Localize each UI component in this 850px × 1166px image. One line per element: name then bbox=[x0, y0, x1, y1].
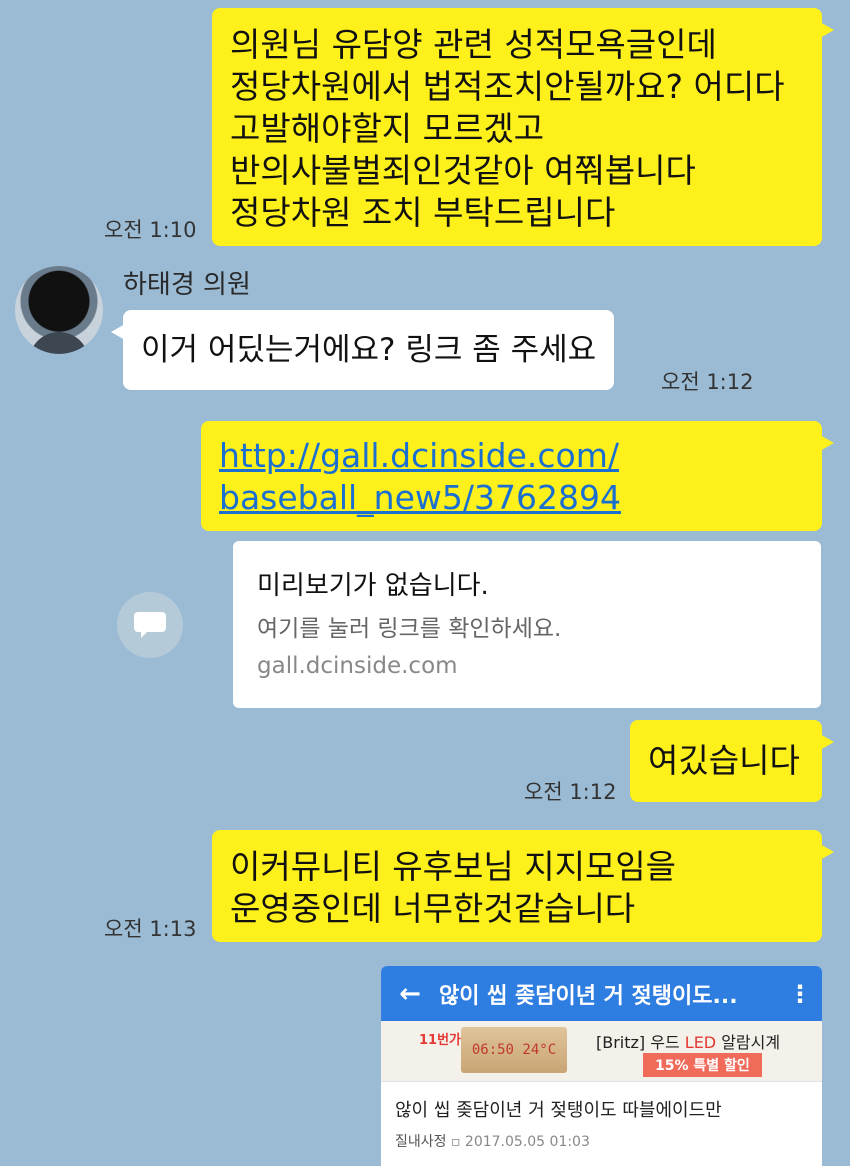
message-text-line: 고발해야할지 모르겠고 bbox=[230, 109, 545, 148]
post-author: 질내사정 bbox=[395, 1134, 447, 1150]
message-text-line: 운영중인데 너무한것같습니다 bbox=[230, 889, 636, 928]
image-message[interactable]: ← 않이 씹 좆담이년 거 젖탱이도... ⋮ 11번가 06:50 24°C … bbox=[381, 966, 822, 1166]
message-text-line: 의원님 유담양 관련 성적모욕글인데 bbox=[230, 25, 717, 64]
avatar[interactable] bbox=[15, 266, 103, 354]
message-timestamp: 오전 1:12 bbox=[661, 370, 754, 394]
my-message-bubble[interactable]: 의원님 유담양 관련 성적모욕글인데 정당차원에서 법적조치안될까요? 어디다 … bbox=[212, 8, 834, 246]
sender-name: 하태경 의원 bbox=[123, 270, 251, 300]
more-options-icon: ⋮ bbox=[788, 979, 812, 1008]
my-message-bubble[interactable]: 여깄습니다 bbox=[630, 720, 834, 802]
message-text-line: 이커뮤니티 유후보님 지지모임을 bbox=[230, 847, 677, 886]
clock-display: 06:50 24°C bbox=[471, 1042, 557, 1058]
speech-bubble-icon bbox=[134, 612, 166, 638]
link-text-line[interactable]: baseball_new5/3762894 bbox=[219, 477, 804, 519]
message-text: 여깄습니다 bbox=[648, 741, 800, 780]
ad-logo: 11번가 bbox=[419, 1033, 462, 1048]
link-text-line[interactable]: http://gall.dcinside.com/ bbox=[219, 435, 804, 477]
link-preview-card[interactable]: 미리보기가 없습니다. 여기를 눌러 링크를 확인하세요. gall.dcins… bbox=[233, 541, 821, 708]
link-message-bubble[interactable]: http://gall.dcinside.com/ baseball_new5/… bbox=[201, 421, 834, 531]
message-text-line: 반의사불벌죄인것같아 여쭤봅니다 bbox=[230, 151, 696, 190]
preview-title: 미리보기가 없습니다. bbox=[257, 571, 489, 601]
ad-clock-image: 06:50 24°C bbox=[461, 1027, 567, 1073]
ad-banner: 11번가 06:50 24°C [Britz] 우드 LED 알람시계 15% … bbox=[381, 1021, 822, 1082]
ad-product-prefix: [Britz] 우드 bbox=[596, 1033, 685, 1052]
back-arrow-icon: ← bbox=[399, 978, 421, 1009]
preview-subtitle: 여기를 눌러 링크를 확인하세요. bbox=[257, 616, 562, 642]
post-title: 않이 씹 좆담이년 거 젖탱이도 따블에이드만 bbox=[395, 1100, 722, 1121]
ad-product-led: LED bbox=[684, 1033, 717, 1052]
post-meta: 질내사정 ▫ 2017.05.05 01:03 bbox=[395, 1134, 590, 1150]
share-button[interactable] bbox=[117, 592, 183, 658]
ad-product-text: [Britz] 우드 LED 알람시계 bbox=[596, 1029, 780, 1053]
image-header-bar: ← 않이 씹 좆담이년 거 젖탱이도... ⋮ bbox=[381, 966, 822, 1021]
message-text-line: 정당차원에서 법적조치안될까요? 어디다 bbox=[230, 67, 785, 106]
ad-product-suffix: 알람시계 bbox=[716, 1033, 781, 1052]
image-header-title: 않이 씹 좆담이년 거 젖탱이도... bbox=[439, 983, 738, 1009]
post-date: 2017.05.05 01:03 bbox=[464, 1134, 590, 1150]
message-timestamp: 오전 1:13 bbox=[104, 917, 197, 941]
other-message-bubble[interactable]: 이거 어딨는거에요? 링크 좀 주세요 bbox=[110, 310, 615, 390]
preview-domain: gall.dcinside.com bbox=[257, 653, 458, 679]
message-timestamp: 오전 1:12 bbox=[524, 780, 617, 804]
message-timestamp: 오전 1:10 bbox=[104, 218, 197, 242]
ad-discount-badge: 15% 특별 할인 bbox=[643, 1053, 762, 1077]
message-text: 이거 어딨는거에요? 링크 좀 주세요 bbox=[141, 332, 597, 368]
message-text-line: 정당차원 조치 부탁드립니다 bbox=[230, 193, 616, 232]
my-message-bubble[interactable]: 이커뮤니티 유후보님 지지모임을 운영중인데 너무한것같습니다 bbox=[212, 830, 834, 942]
avatar-silhouette bbox=[29, 332, 89, 354]
